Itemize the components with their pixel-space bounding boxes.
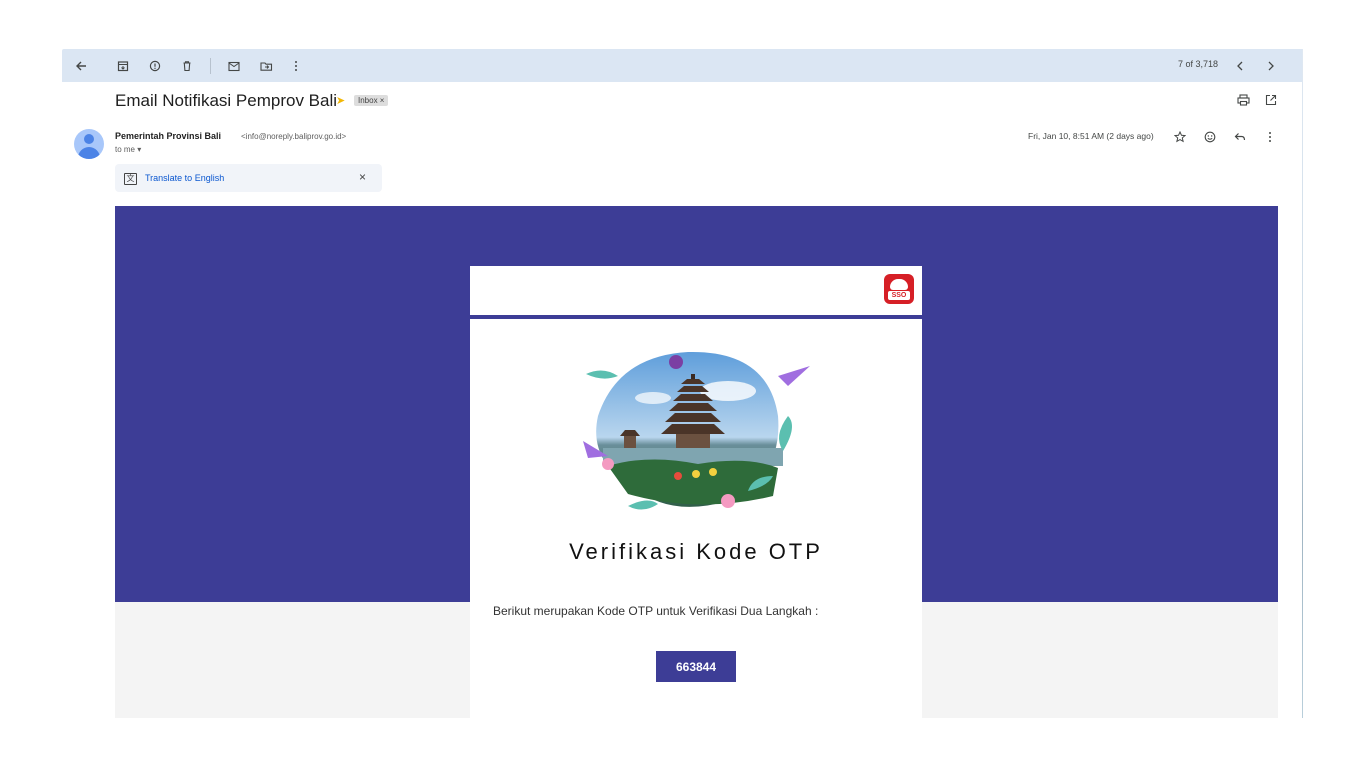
report-spam-icon[interactable] [144, 55, 166, 77]
inbox-label-chip[interactable]: Inbox × [354, 95, 389, 106]
translate-icon: 文 [124, 173, 137, 185]
bali-temple-illustration [583, 351, 810, 510]
mark-unread-icon[interactable] [223, 55, 245, 77]
otp-code-box: 663844 [656, 651, 736, 682]
translate-link[interactable]: Translate to English [145, 173, 224, 183]
important-marker-icon[interactable]: ➤ [336, 94, 345, 107]
open-new-window-icon[interactable] [1261, 90, 1281, 110]
email-date: Fri, Jan 10, 8:51 AM (2 days ago) [1028, 131, 1154, 141]
more-options-icon[interactable] [285, 55, 307, 77]
cloud-lock-icon [890, 279, 908, 290]
message-more-icon[interactable] [1260, 127, 1280, 147]
archive-icon[interactable] [112, 55, 134, 77]
sender-name[interactable]: Pemerintah Provinsi Bali [115, 131, 221, 141]
move-to-icon[interactable] [255, 55, 277, 77]
toolbar-divider [210, 58, 211, 74]
print-icon[interactable] [1233, 90, 1253, 110]
older-chevron-right-icon[interactable] [1260, 55, 1282, 77]
emoji-reaction-icon[interactable] [1200, 127, 1220, 147]
card-header: SSO [470, 266, 922, 319]
otp-description: Berikut merupakan Kode OTP untuk Verifik… [493, 604, 819, 618]
gmail-message-view: 7 of 3,718 Email Notifikasi Pemprov Bali… [62, 49, 1302, 718]
translate-bar: 文 Translate to English × [115, 164, 382, 192]
otp-card: SSO Verifikasi Kode OTP Berikut merupaka… [470, 266, 922, 718]
sso-logo: SSO [884, 274, 914, 304]
delete-icon[interactable] [176, 55, 198, 77]
email-subject: Email Notifikasi Pemprov Bali [115, 91, 338, 110]
sender-email: <info@noreply.baliprov.go.id> [241, 132, 347, 141]
back-arrow-icon[interactable] [70, 55, 92, 77]
pager-count: 7 of 3,718 [1178, 59, 1219, 69]
recipient-details-toggle[interactable]: to me ▾ [115, 145, 141, 154]
message-toolbar: 7 of 3,718 [62, 49, 1302, 82]
star-icon[interactable] [1170, 127, 1190, 147]
newer-chevron-left-icon[interactable] [1229, 55, 1251, 77]
sender-avatar[interactable] [74, 129, 104, 159]
reply-icon[interactable] [1230, 127, 1250, 147]
translate-close-button[interactable]: × [359, 170, 366, 184]
otp-title: Verifikasi Kode OTP [569, 539, 823, 564]
